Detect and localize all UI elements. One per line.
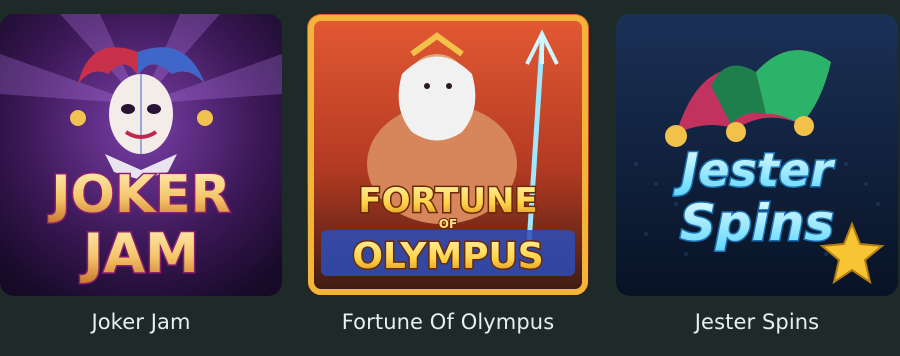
game-thumbnail[interactable]: FORTUNE OF OLYMPUS <box>307 14 589 296</box>
game-title[interactable]: Fortune Of Olympus <box>307 310 589 334</box>
jester-hat-with-star-icon: Jester Spins <box>616 14 898 296</box>
game-card-fortune-of-olympus[interactable]: FORTUNE OF OLYMPUS Fortune Of Olympus <box>307 14 589 334</box>
game-thumbnail[interactable]: Jester Spins <box>616 14 898 296</box>
game-thumbnail[interactable]: JOKER JAM <box>0 14 282 296</box>
game-title[interactable]: Jester Spins <box>616 310 898 334</box>
game-grid: JOKER JAM Joker Jam FORTUNE OF OLYMPUS F… <box>0 0 900 356</box>
logo-line-3: OLYMPUS <box>352 236 543 277</box>
game-card-joker-jam[interactable]: JOKER JAM Joker Jam <box>0 14 282 334</box>
zeus-with-trident-icon: FORTUNE OF OLYMPUS <box>307 14 589 296</box>
game-title[interactable]: Joker Jam <box>0 310 282 334</box>
logo-line-2: OF <box>439 217 457 231</box>
logo-line-2: Spins <box>680 194 834 252</box>
logo-line-1: FORTUNE <box>358 181 537 221</box>
logo-line-1: JOKER <box>48 165 230 225</box>
game-card-jester-spins[interactable]: Jester Spins Jester Spins <box>616 14 898 334</box>
logo-line-1: Jester <box>673 143 836 197</box>
logo-line-2: JAM <box>79 222 199 285</box>
joker-jester-portrait-icon: JOKER JAM <box>0 14 282 296</box>
